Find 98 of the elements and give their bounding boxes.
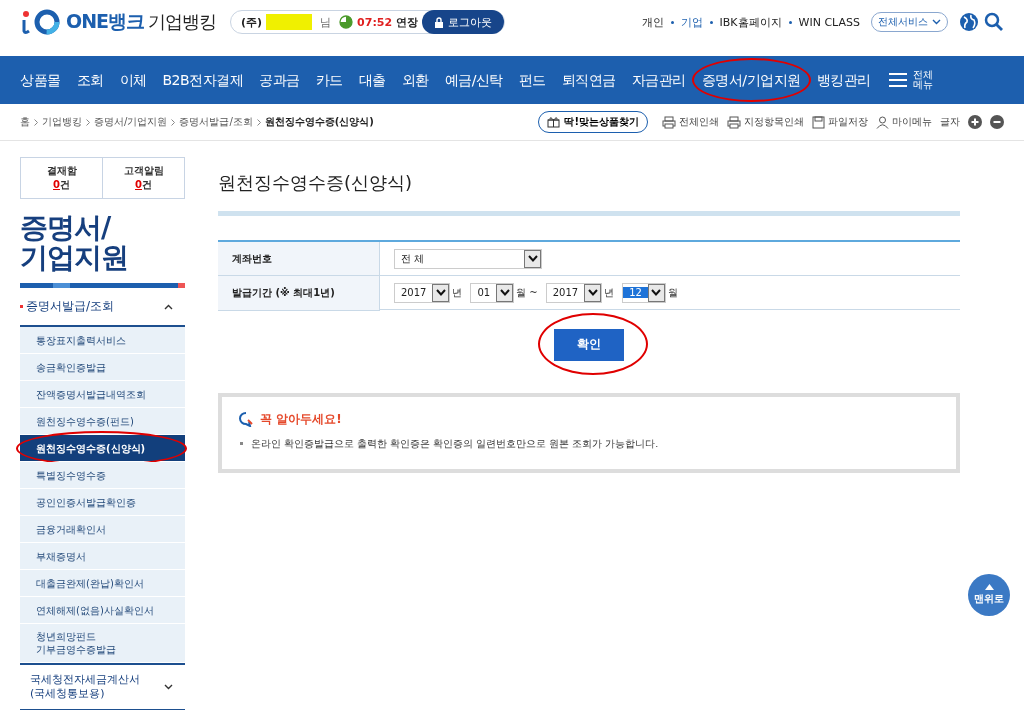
redaction-mark [266, 14, 313, 30]
separator-dot [670, 20, 674, 24]
breadcrumb-item[interactable]: 증명서발급/조회 [179, 115, 253, 129]
sidebar-item[interactable]: 청년희망펀드 기부금영수증발급 [20, 624, 185, 663]
counter-value: 0건 [135, 178, 152, 192]
date-unit: 년 [452, 285, 463, 300]
date-select[interactable]: 2017 [545, 282, 603, 303]
sidebar-item[interactable]: 공인인증서발급확인증 [20, 489, 185, 516]
main-menu-item[interactable]: 예금/신탁 [436, 72, 511, 88]
main-menu-item[interactable]: 조회 [68, 72, 112, 88]
breadcrumb-item[interactable]: 기업뱅킹 [42, 115, 82, 129]
date-unit: 년 [604, 285, 615, 300]
caret-icon [932, 19, 941, 25]
counter-card[interactable]: 고객알림 0건 [102, 158, 184, 198]
chevron-icon [164, 684, 173, 690]
logout-button[interactable]: 로그아웃 [422, 10, 505, 34]
sidebar-item[interactable]: 부채증명서 [20, 543, 185, 570]
main-menu-item[interactable]: 상품몰 [12, 72, 69, 88]
notice-title: 꼭 알아두세요! [260, 410, 342, 428]
toolbar-link[interactable]: 전체인쇄 [662, 115, 719, 129]
company-prefix: (주) [241, 14, 263, 30]
header-link[interactable]: IBK홈페이지 [719, 14, 782, 30]
separator-dot [788, 20, 792, 24]
font-size-label: 글자 [940, 115, 960, 129]
header-link[interactable]: 기업 [680, 14, 703, 30]
main-menu-item[interactable]: 이체 [111, 72, 155, 88]
page-title: 원천징수영수증(신양식) [218, 171, 414, 195]
sidebar-item[interactable]: 송금확인증발급 [20, 354, 185, 381]
sidebar-item[interactable]: 특별징수영수증 [20, 462, 185, 489]
field-label: 계좌번호 [218, 241, 380, 276]
main-menu-item[interactable]: 뱅킹관리 [808, 72, 879, 88]
toolbar-link[interactable]: 지정항목인쇄 [727, 115, 804, 129]
chevron-icon [164, 303, 173, 310]
gift-icon [547, 116, 561, 128]
field-label: 발급기간 (※ 최대1년) [218, 275, 380, 310]
product-finder-button[interactable]: 딱!맞는상품찾기 [538, 111, 648, 133]
notice-text: 온라인 확인증발급으로 출력한 확인증은 확인증의 일련번호만으로 원본 조회가 가능합니다. [251, 437, 659, 449]
main-menu-item[interactable]: 공과금 [251, 72, 308, 88]
confirm-button[interactable]: 확인 [554, 328, 624, 361]
speech-bubble-icon [238, 411, 254, 427]
main-menu-item[interactable]: 카드 [307, 72, 351, 88]
main-menu-item[interactable]: 자금관리 [623, 72, 694, 88]
chevron-icon [256, 118, 261, 126]
extend-link[interactable]: 연장 [396, 14, 419, 30]
person-icon [876, 115, 889, 129]
toolbar-link[interactable]: 파일저장 [812, 115, 868, 129]
toolbar-link[interactable]: 마이메뉴 [876, 115, 932, 129]
menu-icon [888, 73, 907, 87]
breadcrumb-item[interactable]: 홈 [20, 115, 30, 129]
lock-icon [434, 16, 445, 28]
all-menu-button[interactable]: 전체 메뉴 [888, 70, 933, 90]
breadcrumb-item[interactable]: 원천징수영수증(신양식) [264, 115, 374, 129]
date-select[interactable]: 12 [622, 282, 666, 303]
counter-label: 고객알림 [123, 164, 164, 178]
account-select[interactable]: 전 체 [394, 248, 542, 269]
session-timer: 07:52 [357, 15, 393, 29]
up-arrow-icon [984, 584, 994, 590]
sidebar-section-header[interactable]: 국세청전자세금계산서 (국세청통보용) [20, 663, 185, 710]
floppy-icon [812, 115, 825, 129]
main-menu-item[interactable]: 퇴직연금 [553, 72, 624, 88]
sidebar-item[interactable]: 잔액증명서발급내역조회 [20, 381, 185, 408]
printer-icon [662, 115, 676, 129]
counter-value: 0건 [53, 178, 70, 192]
header-link[interactable]: WIN CLASS [798, 15, 860, 29]
printer-icon [727, 115, 741, 129]
all-services-dropdown[interactable]: 전체서비스 [871, 12, 948, 32]
sidebar-item[interactable]: 금융거래확인서 [20, 516, 185, 543]
logo-text[interactable]: ONE뱅크 [66, 9, 145, 35]
sidebar-item[interactable]: 대출금완제(완납)확인서 [20, 570, 185, 597]
sidebar-item[interactable]: 원천징수영수증(신양식) [20, 435, 185, 462]
section-title: 증명서/ 기업지원 [20, 213, 129, 273]
date-select[interactable]: 01 [470, 282, 515, 303]
sidebar-item[interactable]: 통장표지출력서비스 [20, 327, 185, 354]
chevron-icon [171, 118, 176, 126]
date-unit: 월 ~ [516, 285, 538, 300]
logo-subtitle: 기업뱅킹 [148, 10, 217, 34]
zoom-in-icon[interactable] [968, 115, 982, 129]
honorific: 님 [320, 14, 332, 30]
sidebar-item[interactable]: 원천징수영수증(펀드) [20, 408, 185, 435]
search-icon[interactable] [984, 12, 1004, 32]
separator-dot [709, 20, 713, 24]
main-menu-item[interactable]: 외환 [393, 72, 437, 88]
timer-icon [339, 15, 354, 29]
zoom-out-icon[interactable] [990, 115, 1004, 129]
counter-label: 결재함 [46, 164, 77, 178]
main-menu-item[interactable]: 펀드 [510, 72, 554, 88]
back-to-top-button[interactable]: 맨위로 [968, 574, 1010, 616]
sidebar-item[interactable]: 연체해제(없음)사실확인서 [20, 597, 185, 624]
chevron-icon [86, 118, 90, 126]
main-menu-item[interactable]: 증명서/기업지원 [693, 72, 809, 88]
header-link[interactable]: 개인 [641, 14, 664, 30]
breadcrumb-item[interactable]: 증명서/기업지원 [94, 115, 168, 129]
date-unit: 월 [667, 285, 678, 300]
chevron-icon [34, 118, 38, 126]
counter-card[interactable]: 결재함 0건 [21, 158, 102, 198]
main-menu-item[interactable]: 대출 [350, 72, 394, 88]
main-menu-item[interactable]: B2B전자결제 [154, 72, 252, 88]
date-select[interactable]: 2017 [394, 282, 451, 303]
